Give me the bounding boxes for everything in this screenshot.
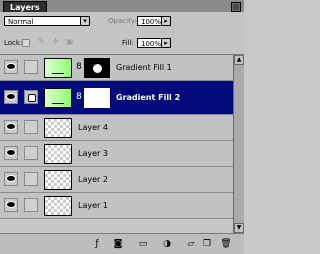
gradient-fill-thumbnail xyxy=(44,58,72,78)
layer-thumbnail xyxy=(44,196,72,216)
link-toggle-box[interactable] xyxy=(24,146,38,160)
layer-thumbnail xyxy=(44,170,72,190)
layer-controls: Normal ▾ Opacity: 100% ▸ Lock: ✎ ✛ ▣ Fil… xyxy=(0,12,244,55)
delete-layer-icon[interactable]: 🗑 xyxy=(220,238,232,250)
layer-list-scrollbar[interactable]: ▲ ▼ xyxy=(233,55,244,233)
lock-transparency-icon[interactable] xyxy=(22,39,30,47)
scroll-down-icon[interactable]: ▼ xyxy=(234,223,244,233)
eye-icon[interactable] xyxy=(4,172,18,186)
new-set-icon[interactable]: ▱ xyxy=(185,238,197,250)
layer-name: Gradient Fill 2 xyxy=(116,93,181,102)
link-toggle-box[interactable] xyxy=(24,172,38,186)
layer-thumbnail xyxy=(44,144,72,164)
panel-title-bar: Layers xyxy=(0,0,244,14)
panel-close-icon[interactable] xyxy=(231,2,241,12)
lock-label: Lock: xyxy=(4,39,23,47)
fill-arrow-icon: ▸ xyxy=(161,38,171,48)
lock-move-icon[interactable]: ✛ xyxy=(52,37,59,47)
lock-brush-icon[interactable]: ✎ xyxy=(38,37,45,47)
layer-name: Layer 3 xyxy=(78,149,108,158)
chevron-down-icon: ▾ xyxy=(80,16,90,26)
layer-row-layer-1[interactable]: Layer 1 xyxy=(0,193,233,219)
mask-edit-icon[interactable] xyxy=(24,90,38,104)
layer-style-icon[interactable]: ƒ xyxy=(91,238,103,250)
lock-all-icon[interactable]: ▣ xyxy=(66,37,74,47)
layers-panel: Layers Normal ▾ Opacity: 100% ▸ Lock: ✎ … xyxy=(0,0,244,254)
eye-icon[interactable] xyxy=(4,198,18,212)
blend-mode-select[interactable]: Normal ▾ xyxy=(4,16,90,26)
layer-name: Layer 1 xyxy=(78,201,108,210)
fill-field[interactable]: 100% ▸ xyxy=(137,38,171,48)
eye-icon[interactable] xyxy=(4,120,18,134)
layer-row-gradient-fill-2[interactable]: 8 Gradient Fill 2 xyxy=(0,81,233,115)
layer-row-layer-3[interactable]: Layer 3 xyxy=(0,141,233,167)
scroll-up-icon[interactable]: ▲ xyxy=(234,55,244,65)
layers-toolbar: ƒ ◙ ▭ ◑ ▱ ❐ 🗑 xyxy=(0,233,244,254)
opacity-arrow-icon: ▸ xyxy=(161,16,171,26)
fill-label: Fill: xyxy=(122,39,134,47)
layer-row-layer-2[interactable]: Layer 2 xyxy=(0,167,233,193)
add-mask-icon[interactable]: ◙ xyxy=(112,238,124,250)
layer-row-layer-4[interactable]: Layer 4 xyxy=(0,115,233,141)
layer-mask-thumbnail[interactable] xyxy=(84,58,110,78)
eye-icon[interactable] xyxy=(4,90,18,104)
link-toggle-box[interactable] xyxy=(24,120,38,134)
layer-name: Layer 4 xyxy=(78,123,108,132)
chain-link-icon[interactable]: 8 xyxy=(76,62,82,72)
gradient-fill-thumbnail xyxy=(44,88,72,108)
eye-icon[interactable] xyxy=(4,60,18,74)
layer-list: 8 Gradient Fill 1 8 Gradient Fill 2 Laye… xyxy=(0,55,233,233)
link-toggle-box[interactable] xyxy=(24,198,38,212)
new-layer-icon[interactable]: ❐ xyxy=(201,238,213,250)
new-group-icon[interactable]: ▭ xyxy=(137,238,149,250)
blend-mode-value: Normal xyxy=(8,18,34,26)
opacity-value: 100% xyxy=(141,18,162,26)
layer-mask-thumbnail[interactable] xyxy=(84,88,110,108)
layer-row-gradient-fill-1[interactable]: 8 Gradient Fill 1 xyxy=(0,55,233,81)
eye-icon[interactable] xyxy=(4,146,18,160)
chain-link-icon[interactable]: 8 xyxy=(76,92,82,102)
link-toggle-box[interactable] xyxy=(24,60,38,74)
layer-name: Layer 2 xyxy=(78,175,108,184)
opacity-field[interactable]: 100% ▸ xyxy=(137,16,171,26)
layer-thumbnail xyxy=(44,118,72,138)
new-adjustment-layer-icon[interactable]: ◑ xyxy=(161,238,173,250)
opacity-label: Opacity: xyxy=(108,17,137,25)
fill-value: 100% xyxy=(141,40,162,48)
layer-name: Gradient Fill 1 xyxy=(116,63,172,72)
